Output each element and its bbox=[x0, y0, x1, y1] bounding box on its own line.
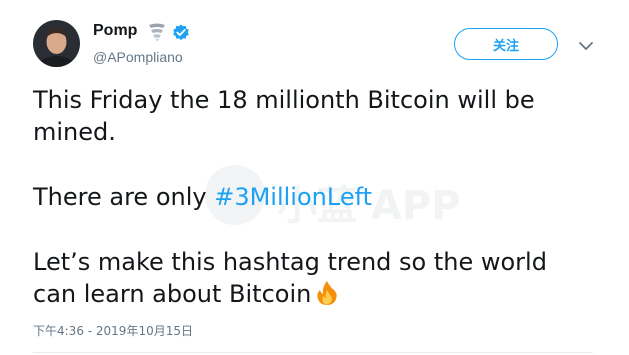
follow-button-label: 关注 bbox=[492, 38, 519, 54]
divider bbox=[33, 352, 593, 353]
tweet-line-2-text: There are only bbox=[33, 183, 215, 211]
tweet-line-2: There are only #3MillionLeft bbox=[33, 181, 593, 213]
tweet-card: Pomp @APompliano 关注 小蓝 APP This Friday t… bbox=[0, 0, 629, 355]
fire-icon bbox=[315, 280, 339, 306]
tweet-text: This Friday the 18 millionth Bitcoin wil… bbox=[33, 84, 593, 343]
display-name[interactable]: Pomp bbox=[93, 22, 137, 40]
avatar[interactable] bbox=[33, 20, 80, 67]
tweet-line-3: Let’s make this hashtag trend so the wor… bbox=[33, 246, 593, 310]
tweet-line-1: This Friday the 18 millionth Bitcoin wil… bbox=[33, 86, 535, 146]
hashtag-link[interactable]: #3MillionLeft bbox=[214, 183, 372, 211]
tweet-timestamp[interactable]: 下午4:36 - 2019年10月15日 bbox=[33, 322, 193, 339]
verified-badge-icon bbox=[172, 24, 190, 42]
chevron-down-icon[interactable] bbox=[578, 38, 594, 52]
user-handle[interactable]: @APompliano bbox=[93, 49, 183, 65]
tweet-line-3-text: Let’s make this hashtag trend so the wor… bbox=[33, 248, 547, 308]
follow-button[interactable]: 关注 bbox=[454, 28, 558, 60]
tornado-emoji-icon bbox=[148, 22, 166, 42]
